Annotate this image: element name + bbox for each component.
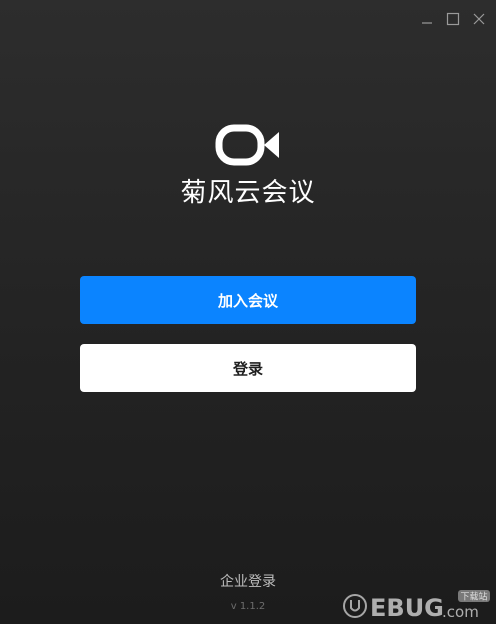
login-button[interactable]: 登录 (80, 344, 416, 392)
join-meeting-button[interactable]: 加入会议 (80, 276, 416, 324)
window-controls (418, 10, 488, 28)
minimize-icon (422, 22, 432, 24)
video-camera-icon (215, 124, 279, 166)
watermark-logo: EBUG .com 下载站 (343, 590, 490, 622)
svg-text:.com: .com (442, 603, 479, 621)
minimize-button[interactable] (418, 10, 436, 28)
app-window: 菊风云会议 加入会议 登录 企业登录 v 1.1.2 EBUG .com 下载站 (0, 0, 496, 624)
maximize-button[interactable] (444, 10, 462, 28)
close-icon (473, 13, 485, 25)
enterprise-login-link[interactable]: 企业登录 (0, 571, 496, 591)
close-button[interactable] (470, 10, 488, 28)
maximize-icon (446, 12, 460, 26)
svg-text:EBUG: EBUG (370, 594, 444, 622)
svg-text:下载站: 下载站 (460, 591, 487, 603)
app-title: 菊风云会议 (180, 178, 316, 208)
